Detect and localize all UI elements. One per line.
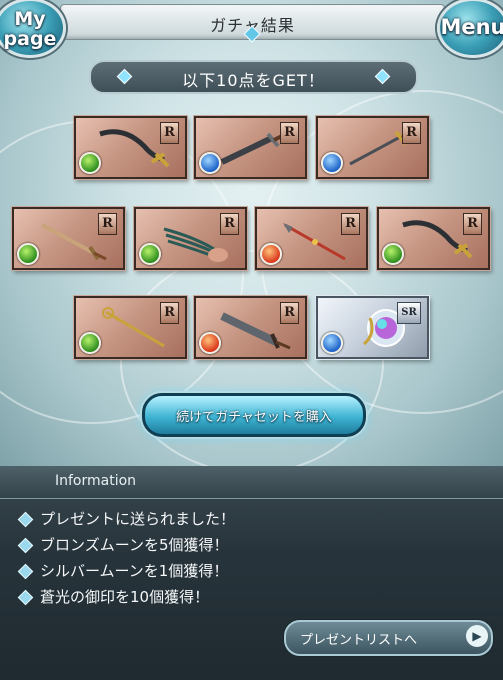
wind-element-icon	[79, 152, 101, 174]
rarity-badge: R	[98, 213, 117, 235]
rarity-badge: R	[463, 213, 482, 235]
item-card[interactable]: R	[74, 116, 187, 179]
water-element-icon	[199, 152, 221, 174]
wind-element-icon	[79, 332, 101, 354]
mypage-label-line2: page	[3, 28, 57, 50]
mypage-button[interactable]: My page	[0, 0, 66, 58]
rarity-badge: R	[160, 122, 179, 144]
information-line: プレゼントに送られました！	[14, 506, 235, 532]
information-list: プレゼントに送られました！ ブロンズムーンを5個獲得！ シルバームーンを1個獲得…	[14, 506, 235, 610]
information-line-text: ブロンズムーンを5個獲得！	[40, 536, 229, 554]
information-header: Information	[0, 466, 503, 499]
information-line-text: プレゼントに送られました！	[40, 510, 236, 528]
arrow-right-icon: ▶	[466, 625, 488, 647]
rarity-badge: R	[341, 213, 360, 235]
item-card[interactable]: R	[377, 207, 490, 270]
fire-element-icon	[199, 332, 221, 354]
item-card[interactable]: R	[194, 296, 307, 359]
continue-gacha-button[interactable]: 続けてガチャセットを購入	[142, 393, 366, 437]
background-swirl	[120, 250, 384, 470]
rarity-badge: SR	[397, 302, 421, 324]
menu-label: Menu	[440, 15, 503, 39]
information-line-text: シルバームーンを1個獲得！	[40, 562, 229, 580]
item-card[interactable]: R	[12, 207, 125, 270]
rarity-badge: R	[160, 302, 179, 324]
wind-element-icon	[139, 243, 161, 265]
diamond-bullet-icon	[17, 511, 34, 528]
information-line-text: 蒼光の御印を10個獲得！	[40, 588, 210, 606]
rarity-badge: R	[280, 122, 299, 144]
diamond-bullet-icon	[17, 563, 34, 580]
item-card[interactable]: R	[255, 207, 368, 270]
information-line: ブロンズムーンを5個獲得！	[14, 532, 235, 558]
item-card[interactable]: R	[134, 207, 247, 270]
information-title: Information	[55, 473, 137, 489]
item-card[interactable]: R	[316, 116, 429, 179]
wind-element-icon	[17, 243, 39, 265]
get-banner: 以下10点をGET！	[89, 60, 418, 94]
diamond-bullet-icon	[17, 589, 34, 606]
item-card[interactable]: SR	[316, 296, 429, 359]
rarity-badge: R	[280, 302, 299, 324]
fire-element-icon	[260, 243, 282, 265]
item-card[interactable]: R	[74, 296, 187, 359]
gacha-result-stage: ガチャ結果 My page Menu 以下10点をGET！ RRRRRRRRRS…	[0, 0, 503, 470]
information-line: シルバームーンを1個獲得！	[14, 558, 235, 584]
continue-gacha-label: 続けてガチャセットを購入	[176, 410, 332, 425]
present-list-label: プレゼントリストへ	[300, 633, 418, 648]
rarity-badge: R	[220, 213, 239, 235]
water-element-icon	[321, 332, 343, 354]
present-list-button[interactable]: プレゼントリストへ ▶	[284, 620, 493, 656]
mypage-label-line1: My	[14, 8, 46, 30]
get-banner-text: 以下10点をGET！	[182, 71, 325, 90]
diamond-bullet-icon	[17, 537, 34, 554]
menu-button[interactable]: Menu	[437, 0, 503, 58]
water-element-icon	[321, 152, 343, 174]
wind-element-icon	[382, 243, 404, 265]
information-line: 蒼光の御印を10個獲得！	[14, 584, 235, 610]
item-card[interactable]: R	[194, 116, 307, 179]
rarity-badge: R	[402, 122, 421, 144]
